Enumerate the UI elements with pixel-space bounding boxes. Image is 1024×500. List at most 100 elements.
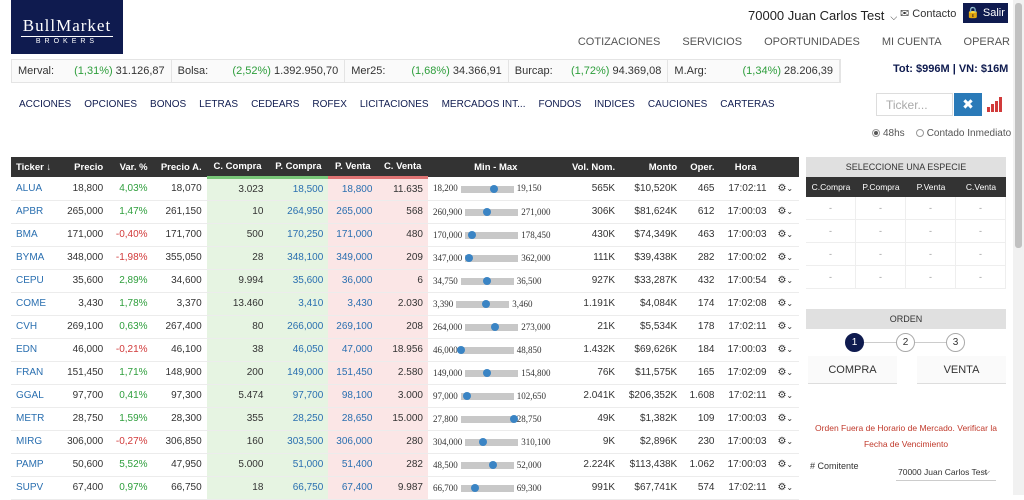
ask-price-link[interactable]: 67,400 xyxy=(342,482,373,493)
bid-price-link[interactable]: 97,700 xyxy=(293,390,324,401)
ticker-search-input[interactable]: Ticker... xyxy=(876,93,953,116)
table-row[interactable]: SUPV 67,400 0,97% 66,750 18 66,750 67,400 9.987… xyxy=(11,476,799,500)
bid-price-link[interactable]: 348,100 xyxy=(287,252,323,263)
ask-price-link[interactable]: 265,000 xyxy=(336,206,372,217)
category-tab-bonos[interactable]: BONOS xyxy=(150,99,186,110)
species-cell: - xyxy=(956,220,1006,242)
comitente-select[interactable]: 70000 Juan Carlos Test ⌵ xyxy=(896,465,996,481)
table-row[interactable]: CVH 269,100 0,63% 267,400 80 266,000 269,100 20… xyxy=(11,315,799,339)
ask-price-link[interactable]: 51,400 xyxy=(342,459,373,470)
nav-operar[interactable]: OPERAR xyxy=(964,36,1010,48)
time-cell: 17:00:03 xyxy=(719,407,772,431)
category-tab-indices[interactable]: INDICES xyxy=(594,99,635,110)
bid-price-link[interactable]: 51,000 xyxy=(293,459,324,470)
table-row[interactable]: GGAL 97,700 0,41% 97,300 5.474 97,700 98,100 3.… xyxy=(11,384,799,408)
step-1[interactable]: 1 xyxy=(845,333,864,352)
bid-price-link[interactable]: 149,000 xyxy=(287,367,323,378)
species-cell: - xyxy=(956,243,1006,265)
ask-price-link[interactable]: 98,100 xyxy=(342,390,373,401)
table-row[interactable]: BMA 171,000 -0,40% 171,700 500 170,250 171,000… xyxy=(11,223,799,247)
table-row[interactable]: BYMA 348,000 -1,98% 355,050 28 348,100 349,000… xyxy=(11,246,799,270)
ticker-link[interactable]: MIRG xyxy=(16,436,42,447)
category-tab-fondos[interactable]: FONDOS xyxy=(539,99,582,110)
ticker-link[interactable]: BMA xyxy=(16,229,38,240)
species-col-header: P.Venta xyxy=(916,182,946,192)
logout-button[interactable]: 🔒 Salir xyxy=(963,3,1008,23)
ask-price-link[interactable]: 269,100 xyxy=(336,321,372,332)
ask-price-link[interactable]: 36,000 xyxy=(342,275,373,286)
bullmarket-logo[interactable]: BullMarket BROKERS xyxy=(11,0,123,54)
page-scrollbar[interactable] xyxy=(1013,0,1024,495)
ticker-link[interactable]: METR xyxy=(16,413,44,424)
bid-price-link[interactable]: 3,410 xyxy=(298,298,323,309)
ask-price-link[interactable]: 28,650 xyxy=(342,413,373,424)
ticker-link[interactable]: CVH xyxy=(16,321,37,332)
user-menu[interactable]: 70000 Juan Carlos Test ⌵ xyxy=(748,8,897,23)
range-marker xyxy=(471,483,479,492)
category-tab-licitaciones[interactable]: LICITACIONES xyxy=(360,99,429,110)
category-tab-opciones[interactable]: OPCIONES xyxy=(84,99,137,110)
ask-price-link[interactable]: 3,430 xyxy=(347,298,372,309)
ticker-link[interactable]: APBR xyxy=(16,206,43,217)
ticker-link[interactable]: PAMP xyxy=(16,459,44,470)
bid-price-link[interactable]: 35,600 xyxy=(293,275,324,286)
sell-button[interactable]: VENTA xyxy=(917,356,1006,384)
bid-price-link[interactable]: 303,500 xyxy=(287,436,323,447)
bid-price-link[interactable]: 264,950 xyxy=(287,206,323,217)
table-row[interactable]: CEPU 35,600 2,89% 34,600 9.994 35,600 36,000 6 3… xyxy=(11,269,799,293)
table-row[interactable]: ALUA 18,800 4,03% 18,070 3.023 18,500 18,800 11… xyxy=(11,177,799,201)
ticker-link[interactable]: ALUA xyxy=(16,183,42,194)
scrollbar-thumb[interactable] xyxy=(1015,3,1022,248)
category-tab-cedears[interactable]: CEDEARS xyxy=(251,99,299,110)
step-2[interactable]: 2 xyxy=(896,333,915,352)
bid-price-link[interactable]: 46,050 xyxy=(293,344,324,355)
category-tab-letras[interactable]: LETRAS xyxy=(199,99,238,110)
table-row[interactable]: APBR 265,000 1,47% 261,150 10 264,950 265,000 5… xyxy=(11,200,799,224)
table-row[interactable]: EDN 46,000 -0,21% 46,100 38 46,050 47,000 18.95… xyxy=(11,338,799,362)
nav-cotizaciones[interactable]: COTIZACIONES xyxy=(578,36,661,48)
bid-price-link[interactable]: 28,250 xyxy=(293,413,324,424)
logout-label: Salir xyxy=(982,7,1005,19)
ask-price-link[interactable]: 18,800 xyxy=(342,184,373,195)
ticker-link[interactable]: EDN xyxy=(16,344,37,355)
ticker-link[interactable]: SUPV xyxy=(16,482,43,493)
table-row[interactable]: COME 3,430 1,78% 3,370 13.460 3,410 3,430 2.030… xyxy=(11,292,799,316)
nav-mi-cuenta[interactable]: MI CUENTA xyxy=(882,36,942,48)
column-header[interactable]: Ticker ↓ xyxy=(11,157,60,177)
nav-oportunidades[interactable]: OPORTUNIDADES xyxy=(764,36,860,48)
ticker-link[interactable]: BYMA xyxy=(16,252,44,263)
ticker-link[interactable]: FRAN xyxy=(16,367,43,378)
min-max-cell: 149,000 154,800 xyxy=(427,361,564,385)
table-row[interactable]: FRAN 151,450 1,71% 148,900 200 149,000 151,450… xyxy=(11,361,799,385)
category-tab-carteras[interactable]: CARTERAS xyxy=(720,99,774,110)
step-3[interactable]: 3 xyxy=(946,333,965,352)
bid-price-link[interactable]: 18,500 xyxy=(293,184,324,195)
nav-servicios[interactable]: SERVICIOS xyxy=(682,36,742,48)
bid-price-link[interactable]: 266,000 xyxy=(287,321,323,332)
radio-48hs[interactable]: 48hs xyxy=(872,128,905,139)
contact-link[interactable]: ✉ Contacto xyxy=(900,7,956,20)
clear-search-button[interactable]: ✖ xyxy=(954,93,982,116)
ask-price-link[interactable]: 306,000 xyxy=(336,436,372,447)
radio-contado-inmediato[interactable]: Contado Inmediato xyxy=(915,128,1011,139)
bar-chart-icon[interactable] xyxy=(987,97,1003,112)
ticker-link[interactable]: CEPU xyxy=(16,275,44,286)
table-row[interactable]: PAMP 50,600 5,52% 47,950 5.000 51,000 51,400 28… xyxy=(11,453,799,477)
bid-price-link[interactable]: 170,250 xyxy=(287,229,323,240)
category-tab-acciones[interactable]: ACCIONES xyxy=(19,99,71,110)
ask-price-link[interactable]: 151,450 xyxy=(336,367,372,378)
buy-button[interactable]: COMPRA xyxy=(808,356,897,384)
category-tab-cauciones[interactable]: CAUCIONES xyxy=(648,99,707,110)
table-row[interactable]: MIRG 306,000 -0,27% 306,850 160 303,500 306,00… xyxy=(11,430,799,454)
ticker-link[interactable]: COME xyxy=(16,298,46,309)
table-row[interactable]: METR 28,750 1,59% 28,300 355 28,250 28,650 15.0… xyxy=(11,407,799,431)
ask-price-link[interactable]: 47,000 xyxy=(342,344,373,355)
chevron-down-icon: ⌄ xyxy=(786,437,794,446)
volume-cell: 76K xyxy=(563,361,621,385)
category-tab-rofex[interactable]: ROFEX xyxy=(312,99,346,110)
bid-price-link[interactable]: 66,750 xyxy=(293,482,324,493)
ticker-link[interactable]: GGAL xyxy=(16,390,44,401)
ask-price-link[interactable]: 171,000 xyxy=(336,229,372,240)
ask-price-link[interactable]: 349,000 xyxy=(336,252,372,263)
category-tab-mercados-int-[interactable]: MERCADOS INT... xyxy=(442,99,526,110)
